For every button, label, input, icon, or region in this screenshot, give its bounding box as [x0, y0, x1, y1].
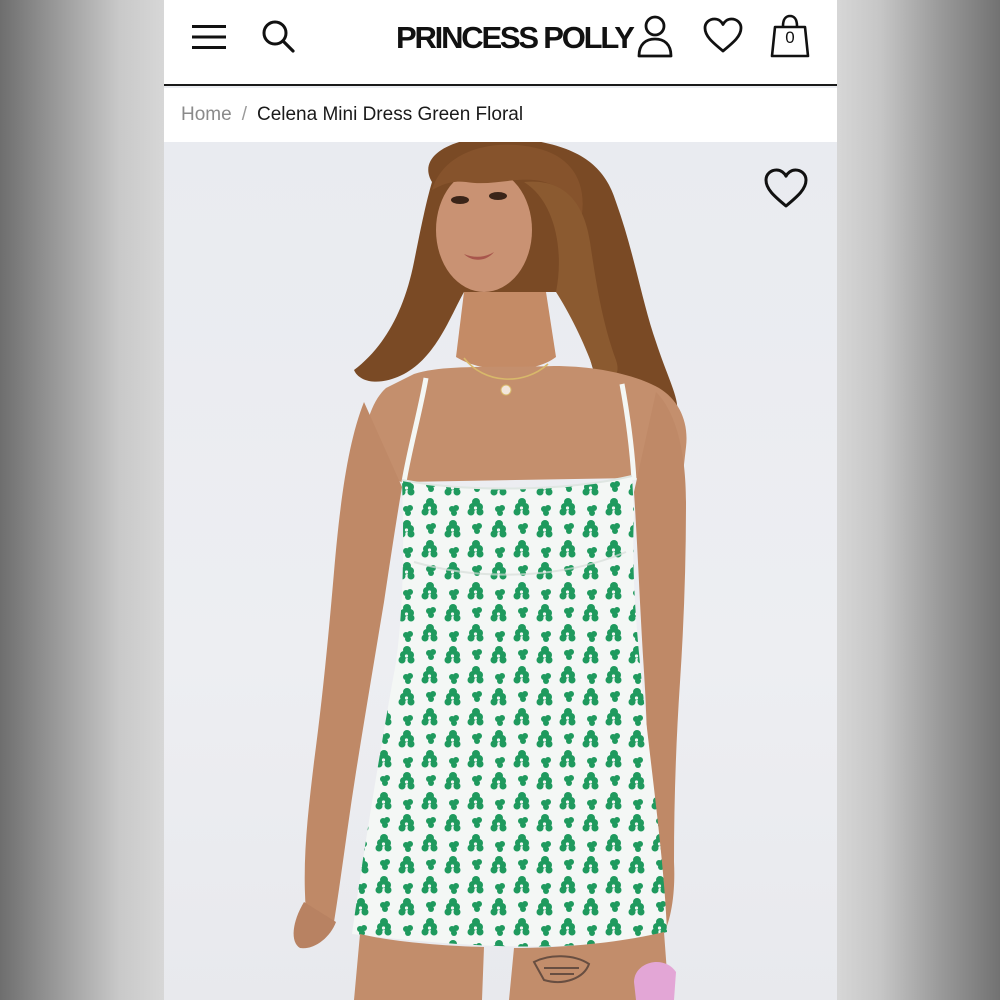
site-header: PRINCESS POLLY 0 [164, 0, 837, 86]
search-icon [262, 20, 295, 53]
menu-button[interactable] [188, 18, 230, 56]
cart-count: 0 [785, 28, 795, 47]
menu-icon [192, 25, 226, 49]
breadcrumb-current: Celena Mini Dress Green Floral [256, 104, 524, 125]
product-wishlist-button[interactable] [762, 166, 810, 210]
search-button[interactable] [256, 14, 300, 58]
account-icon [637, 15, 673, 58]
account-button[interactable] [634, 12, 676, 60]
model-illustration [293, 142, 687, 1000]
phone-screen: PRINCESS POLLY 0 Home / Celena Mini Dres… [164, 0, 837, 1000]
product-image[interactable] [164, 142, 837, 1000]
breadcrumb-home[interactable]: Home [181, 104, 232, 126]
wishlist-heart-icon [764, 168, 808, 208]
brand-logo[interactable]: PRINCESS POLLY [396, 18, 635, 58]
wishlist-icon [703, 17, 743, 53]
wishlist-button[interactable] [700, 14, 746, 56]
breadcrumb-separator: / [241, 104, 247, 125]
breadcrumb: Home / Celena Mini Dress Green Floral [164, 88, 837, 142]
bag-button[interactable]: 0 [770, 12, 810, 60]
